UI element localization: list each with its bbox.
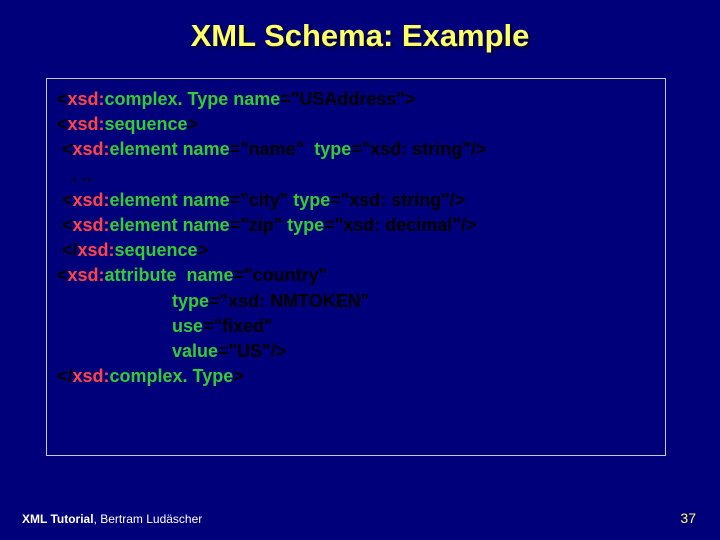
code-line-6: <xsd:element name="zip" type="xsd: decim… bbox=[57, 213, 655, 238]
footer-tutorial: XML Tutorial bbox=[22, 512, 94, 526]
page-number: 37 bbox=[680, 510, 696, 526]
code-line-10: use="fixed" bbox=[57, 314, 655, 339]
code-line-5: <xsd:element name="city" type="xsd: stri… bbox=[57, 188, 655, 213]
code-line-3: <xsd:element name="name" type="xsd: stri… bbox=[57, 137, 655, 162]
footer-author: , Bertram Ludäscher bbox=[94, 512, 203, 526]
slide-title: XML Schema: Example bbox=[0, 18, 720, 54]
footer-left: XML Tutorial, Bertram Ludäscher bbox=[22, 512, 202, 526]
code-line-12: </xsd:complex. Type> bbox=[57, 364, 655, 389]
code-line-11: value="US"/> bbox=[57, 339, 655, 364]
code-line-1: <xsd:complex. Type name="USAddress"> bbox=[57, 87, 655, 112]
code-line-9: type="xsd: NMTOKEN" bbox=[57, 289, 655, 314]
code-line-7: </xsd:sequence> bbox=[57, 238, 655, 263]
code-line-4: . .. bbox=[57, 163, 655, 188]
code-line-8: <xsd:attribute name="country" bbox=[57, 263, 655, 288]
slide: XML Schema: Example <xsd:complex. Type n… bbox=[0, 0, 720, 540]
code-box: <xsd:complex. Type name="USAddress"> <xs… bbox=[46, 78, 666, 456]
code-line-2: <xsd:sequence> bbox=[57, 112, 655, 137]
